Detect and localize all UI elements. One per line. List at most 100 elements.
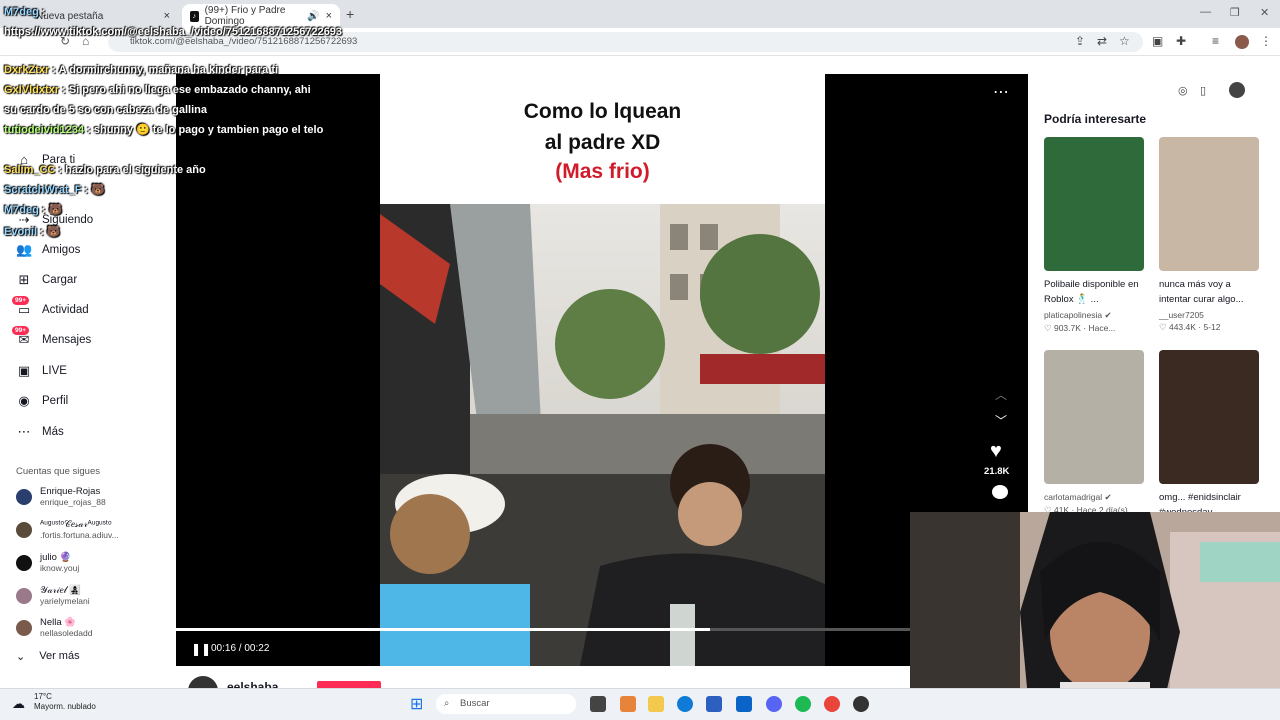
next-video-icon[interactable]: ﹀ bbox=[995, 412, 1007, 429]
taskbar-search[interactable]: ⌕ Buscar bbox=[436, 694, 576, 714]
pause-icon[interactable]: ❚❚ bbox=[191, 642, 211, 656]
new-tab-button[interactable]: + bbox=[346, 6, 354, 22]
following-account[interactable]: Enrique-Rojas enrique_rojas_88 bbox=[16, 486, 106, 507]
chat-message: M7deg : https://www.tiktok.com/@eelshaba… bbox=[4, 2, 342, 42]
video-time: 00:16 / 00:22 bbox=[211, 643, 270, 654]
sidebar-item-label: Más bbox=[42, 426, 64, 438]
sidebar-item-cargar[interactable]: ⊞ Cargar bbox=[16, 272, 78, 288]
translate-icon[interactable]: ⇄ bbox=[1097, 34, 1107, 48]
recommendations-title: Podría interesarte bbox=[1044, 112, 1147, 126]
sidebar-item-mas[interactable]: ⋯ Más bbox=[16, 424, 64, 440]
spotify-icon[interactable] bbox=[795, 696, 811, 712]
recommendation-card[interactable]: omg... #enidsinclair #wednesday bbox=[1159, 350, 1259, 520]
sidebar-item-amigos[interactable]: 👥 Amigos bbox=[16, 242, 80, 258]
recommendation-card[interactable]: carlotamadrigal ✔ ♡ 41K · Hace 2 día(s) bbox=[1044, 350, 1144, 516]
comment-icon[interactable] bbox=[992, 485, 1008, 499]
weather-icon[interactable]: ☁ bbox=[12, 696, 25, 712]
recommendation-card[interactable]: nunca más voy a intentar curar algo... _… bbox=[1159, 137, 1259, 333]
windows-start-icon[interactable]: ⊞ bbox=[410, 694, 423, 714]
recommendation-card[interactable]: Polibaile disponible en Roblox 🕺 ... pla… bbox=[1044, 137, 1144, 334]
chat-message: M7deg : 🐻 bbox=[4, 200, 104, 220]
store-icon[interactable] bbox=[706, 696, 722, 712]
upload-icon: ⊞ bbox=[18, 272, 30, 287]
account-avatar bbox=[16, 619, 32, 636]
extension-icon[interactable]: ▣ bbox=[1152, 34, 1163, 48]
account-name: julio 🔮 bbox=[40, 552, 72, 563]
friends-icon: 👥 bbox=[16, 242, 33, 257]
discord-icon[interactable] bbox=[766, 696, 782, 712]
chat-username: Evonil bbox=[4, 226, 38, 238]
browser-profile-avatar[interactable] bbox=[1235, 35, 1249, 49]
chrome-icon[interactable] bbox=[824, 696, 840, 712]
task-view-icon[interactable] bbox=[590, 696, 606, 712]
outlook-icon[interactable] bbox=[736, 696, 752, 712]
following-account[interactable]: Nella 🌸 nellasoledadd bbox=[16, 617, 92, 638]
chat-text: 🐻 bbox=[46, 226, 61, 238]
copilot-icon[interactable] bbox=[620, 696, 636, 712]
windows-taskbar bbox=[0, 688, 1280, 720]
video-progress-bar[interactable] bbox=[176, 628, 911, 631]
chevron-down-icon: ⌄ bbox=[16, 651, 26, 663]
video-scene-image bbox=[380, 204, 825, 666]
chat-message: Salim_CC : hazlo para el siguiente año bbox=[4, 160, 324, 180]
account-avatar bbox=[16, 587, 32, 604]
chat-message: Evonil : 🐻 bbox=[4, 222, 104, 242]
obs-icon[interactable] bbox=[853, 696, 869, 712]
messages-icon: ✉ 99+ bbox=[12, 326, 32, 348]
maximize-icon[interactable]: ❐ bbox=[1230, 6, 1240, 19]
account-avatar bbox=[16, 488, 32, 505]
following-account[interactable]: 𝒴𝒶𝓇𝒾𝑒𝓁 👩‍👧‍👦 yarielymelani bbox=[16, 585, 90, 606]
video-progress-fill bbox=[176, 628, 711, 631]
account-username: nellasoledadd bbox=[40, 628, 93, 638]
notification-badge: 99+ bbox=[12, 326, 30, 335]
sidebar-item-perfil[interactable]: ◉ Perfil bbox=[16, 393, 68, 409]
video-caption-highlight: (Mas frio) bbox=[555, 160, 650, 183]
video-thumbnail bbox=[1159, 137, 1259, 271]
bookmark-star-icon[interactable]: ☆ bbox=[1119, 34, 1130, 48]
phone-icon[interactable]: ▯ bbox=[1200, 84, 1206, 97]
chat-text: shunny 🙂 te lo pago y tambien pago el te… bbox=[93, 124, 324, 136]
chat-text: hazlo para el siguiente año bbox=[65, 164, 206, 176]
account-username: enrique_rojas_88 bbox=[40, 497, 106, 507]
following-account[interactable]: ᴬᵘᵍᵘˢᵗᵒ𝒞𝑒𝓈𝒶𝓇ᴬᵘᵍᵘˢᵗᵒ .fortis.fortuna.adiuv… bbox=[16, 519, 119, 540]
sidebar-item-label: Cargar bbox=[42, 274, 78, 286]
search-icon: ⌕ bbox=[444, 698, 450, 709]
sidebar-item-mensajes[interactable]: ✉ 99+ Mensajes bbox=[12, 326, 91, 348]
chat-message: ScratchWrat_F : 🐻 bbox=[4, 180, 204, 200]
puzzle-icon[interactable]: ✚ bbox=[1176, 34, 1186, 48]
see-more-button[interactable]: ⌄ Ver más bbox=[16, 650, 80, 663]
sidebar-item-label: LIVE bbox=[42, 365, 67, 377]
like-count: 21.8K bbox=[984, 466, 1010, 477]
compass-icon[interactable]: ◎ bbox=[1178, 84, 1188, 97]
account-username: yarielymelani bbox=[40, 596, 90, 606]
more-options-icon[interactable]: ⋯ bbox=[993, 82, 1010, 102]
account-name: Enrique-Rojas bbox=[40, 486, 101, 497]
menu-dots-icon[interactable]: ⋮ bbox=[1260, 34, 1272, 48]
previous-video-icon[interactable]: ︿ bbox=[995, 386, 1007, 403]
reading-list-icon[interactable]: ≡ bbox=[1212, 34, 1219, 48]
close-window-icon[interactable]: ✕ bbox=[1260, 6, 1269, 19]
video-thumbnail bbox=[1044, 137, 1144, 271]
install-app-icon[interactable]: ⇪ bbox=[1075, 34, 1085, 48]
user-avatar[interactable] bbox=[1229, 82, 1245, 98]
chat-separator: : bbox=[37, 226, 47, 238]
minimize-icon[interactable]: — bbox=[1200, 6, 1211, 18]
activity-icon: ▭ 99+ bbox=[12, 296, 32, 318]
chat-message: GxIVldxtxr : Si pero ahi no llega ese em… bbox=[4, 80, 324, 120]
more-icon: ⋯ bbox=[17, 424, 31, 439]
chat-message: tutiodeivid1234 : shunny 🙂 te lo pago y … bbox=[4, 120, 324, 140]
chat-separator: : bbox=[38, 6, 46, 18]
chat-text: A dormirchunny, mañana ha kinder para ti bbox=[58, 64, 279, 76]
chat-separator: : bbox=[55, 164, 66, 176]
edge-icon[interactable] bbox=[677, 696, 693, 712]
following-account[interactable]: julio 🔮 iknow.youj bbox=[16, 552, 79, 573]
account-avatar bbox=[16, 521, 32, 538]
notification-badge: 99+ bbox=[12, 296, 30, 305]
sidebar-item-live[interactable]: ▣ LIVE bbox=[16, 363, 67, 379]
file-explorer-icon[interactable] bbox=[648, 696, 664, 712]
like-heart-icon[interactable]: ♥ bbox=[990, 440, 1002, 463]
video-frame[interactable]: Como lo lquean al padre XD (Mas frio) bbox=[380, 74, 825, 666]
chat-text: https://www.tiktok.com/@eelshaba_/video/… bbox=[4, 26, 343, 38]
weather-widget[interactable]: 17°C Mayorm. nublado bbox=[34, 692, 96, 712]
sidebar-item-actividad[interactable]: ▭ 99+ Actividad bbox=[12, 296, 89, 318]
